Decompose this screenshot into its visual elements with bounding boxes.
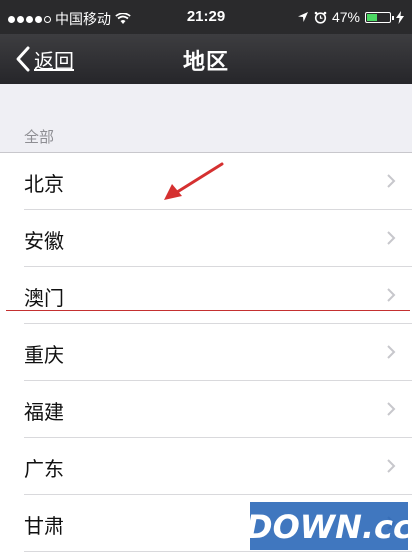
status-right: 47% [297, 9, 404, 25]
region-name: 安徽 [24, 229, 64, 253]
svg-text:DOWN.cc: DOWN.cc [250, 508, 408, 546]
region-name: 澳门 [24, 286, 64, 310]
region-name: 重庆 [24, 343, 64, 367]
region-name: 广东 [24, 457, 64, 481]
region-name: 甘肃 [24, 514, 64, 538]
list-item-region[interactable]: 重庆 [24, 324, 412, 381]
region-list: 北京 安徽 澳门 重庆 福建 广东 甘肃 [0, 152, 412, 552]
charging-bolt-icon [396, 10, 404, 24]
location-arrow-icon [297, 12, 308, 22]
status-bar: 中国移动 21:29 47% [0, 0, 412, 34]
region-name: 北京 [24, 172, 64, 196]
annotation-underline [6, 310, 410, 311]
watermark-logo: DOWN.cc [250, 502, 408, 550]
alarm-icon [314, 11, 327, 24]
battery-percent: 47% [331, 9, 360, 25]
chevron-right-icon [387, 288, 396, 302]
list-item-region[interactable]: 澳门 [24, 267, 412, 324]
chevron-right-icon [387, 459, 396, 473]
battery-icon [365, 11, 394, 23]
region-name: 福建 [24, 400, 64, 424]
chevron-right-icon [387, 402, 396, 416]
list-item-region[interactable]: 广东 [24, 438, 412, 495]
page-title: 地区 [182, 50, 229, 75]
list-item-region[interactable]: 福建 [24, 381, 412, 438]
annotation-arrow-icon [164, 162, 224, 200]
navigation-bar: 返回 地区 [0, 34, 412, 84]
chevron-right-icon [387, 231, 396, 245]
chevron-right-icon [387, 345, 396, 359]
section-header: 全部 [24, 128, 55, 146]
list-item-region[interactable]: 安徽 [24, 210, 412, 267]
chevron-right-icon [387, 174, 396, 188]
